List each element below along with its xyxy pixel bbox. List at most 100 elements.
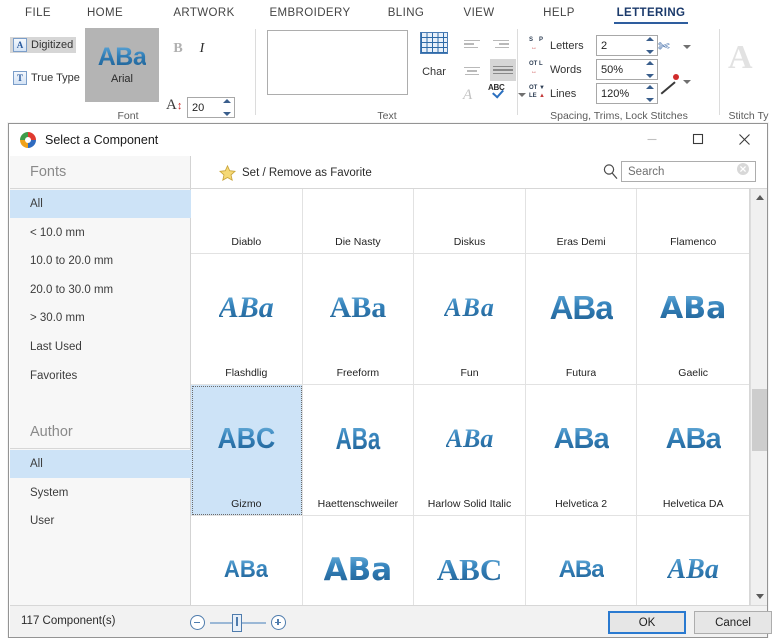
sidebar-item-label: All: [30, 198, 43, 210]
ribbon-tab-lettering[interactable]: LETTERING: [612, 0, 690, 25]
font-selector-button[interactable]: ABa Arial: [85, 28, 159, 102]
ribbon-group-text: Char A ABC Text: [256, 25, 526, 126]
spacing-stepper[interactable]: [643, 61, 656, 78]
stitch-type-a-icon[interactable]: A: [728, 39, 753, 77]
scroll-thumb[interactable]: [752, 389, 767, 451]
minimize-icon: [647, 138, 657, 141]
search-input[interactable]: [626, 164, 734, 179]
sidebar-item-all[interactable]: All: [10, 450, 191, 479]
font-cell[interactable]: ABC: [414, 516, 526, 605]
digitized-button[interactable]: A Digitized: [10, 37, 77, 53]
font-cell-flashdlig[interactable]: ABa Flashdlig: [191, 254, 303, 385]
zoom-out-icon[interactable]: [190, 615, 205, 630]
font-cell-label: Fun: [460, 367, 479, 379]
font-cell[interactable]: ABa: [525, 516, 638, 605]
font-cell-gizmo[interactable]: ABC Gizmo: [191, 385, 303, 516]
font-cell[interactable]: ABa: [637, 516, 749, 605]
font-cell-helvetica-2[interactable]: ABa Helvetica 2: [525, 385, 638, 516]
zoom-slider[interactable]: [190, 613, 290, 632]
ribbon-tab-file[interactable]: FILE: [12, 0, 64, 25]
scroll-up-icon[interactable]: [751, 189, 768, 206]
sidebar-item-favorites[interactable]: Favorites: [10, 362, 191, 390]
font-cell-diablo[interactable]: ABa Diablo: [191, 189, 303, 254]
font-cell-eras-demi[interactable]: ABa Eras Demi: [525, 189, 638, 254]
spacing-stepper[interactable]: [643, 85, 656, 102]
spacing-words-input[interactable]: 50%: [596, 59, 658, 80]
font-cell-futura[interactable]: ABa Futura: [525, 254, 638, 385]
font-cell-die-nasty[interactable]: ABa Die Nasty: [302, 189, 415, 254]
spacing-label: Lines: [550, 87, 577, 100]
font-sample-preview: ABa: [303, 254, 414, 362]
search-box[interactable]: [621, 161, 756, 182]
scroll-down-icon[interactable]: [751, 588, 768, 605]
chevron-down-icon[interactable]: [683, 45, 691, 49]
sidebar-item-user[interactable]: User: [10, 507, 191, 535]
lettering-text-input[interactable]: [267, 30, 408, 95]
font-cell-helvetica-da[interactable]: ABa Helvetica DA: [637, 385, 749, 516]
font-cell-label: Harlow Solid Italic: [427, 498, 512, 510]
font-cell-freeform[interactable]: ABa Freeform: [302, 254, 415, 385]
sidebar-header-label: Fonts: [30, 164, 67, 180]
ribbon-tab-home[interactable]: HOME: [74, 0, 136, 25]
minimize-button[interactable]: [629, 124, 675, 154]
font-grid-viewport[interactable]: ABa Diablo ABa Die Nasty ABa Diskus ABa Eras De…: [191, 189, 750, 605]
font-cell-harlow-solid-italic[interactable]: ABa Harlow Solid Italic: [414, 385, 526, 516]
clear-circle-icon[interactable]: [736, 162, 750, 181]
font-sample-text: ABa: [660, 189, 726, 195]
scissors-icon[interactable]: ✄: [658, 39, 678, 57]
sidebar-item-10-0-mm[interactable]: < 10.0 mm: [10, 219, 191, 247]
ribbon-tab-bling[interactable]: BLING: [377, 0, 435, 25]
font-cell-haettenschweiler[interactable]: ABa Haettenschweiler: [302, 385, 415, 516]
font-sample-text: ABa: [549, 289, 614, 326]
font-sample-preview: ABa: [191, 254, 302, 362]
ribbon-tab-help[interactable]: HELP: [532, 0, 586, 25]
app-background-right: [768, 123, 777, 638]
ribbon-tab-label: BLING: [387, 6, 425, 19]
align-right-icon[interactable]: [490, 35, 512, 53]
spacing-letters-input[interactable]: 2: [596, 35, 658, 56]
set-remove-favorite-button[interactable]: Set / Remove as Favorite: [219, 162, 372, 183]
font-sample-text: ABC: [217, 422, 276, 455]
sidebar-item-20-0-to-30-0-mm[interactable]: 20.0 to 30.0 mm: [10, 276, 191, 304]
cancel-button[interactable]: Cancel: [694, 611, 772, 634]
align-left-icon[interactable]: [461, 35, 483, 53]
true-type-button[interactable]: T True Type: [10, 70, 83, 86]
ribbon-tab-embroidery[interactable]: EMBROIDERY: [258, 0, 362, 25]
sidebar-item-last-used[interactable]: Last Used: [10, 333, 191, 361]
spacing-stepper[interactable]: [643, 37, 656, 54]
sidebar-item-30-0-mm[interactable]: > 30.0 mm: [10, 304, 191, 332]
font-cell-label: Freeform: [336, 367, 380, 379]
ok-button[interactable]: OK: [608, 611, 686, 634]
align-center-icon[interactable]: [461, 62, 483, 80]
font-cell-fun[interactable]: ABa Fun: [414, 254, 526, 385]
character-map-button[interactable]: Char: [413, 32, 455, 78]
align-justify-icon[interactable]: [490, 59, 516, 81]
bold-button[interactable]: B: [168, 39, 188, 59]
ribbon-tab-label: LETTERING: [616, 6, 686, 19]
font-cell-diskus[interactable]: ABa Diskus: [414, 189, 526, 254]
zoom-in-icon[interactable]: [271, 615, 286, 630]
font-cell-label: Gaelic: [678, 367, 709, 379]
ribbon-tab-view[interactable]: VIEW: [452, 0, 506, 25]
sidebar-item-all[interactable]: All: [10, 190, 191, 218]
font-cell-flamenco[interactable]: ABa Flamenco: [637, 189, 749, 254]
italic-button[interactable]: I: [192, 39, 212, 59]
sidebar-item-system[interactable]: System: [10, 479, 191, 507]
true-type-label: True Type: [31, 72, 80, 84]
close-button[interactable]: [721, 124, 767, 154]
spacing-lines-input[interactable]: 120%: [596, 83, 658, 104]
chevron-down-icon[interactable]: [683, 80, 691, 84]
zoom-slider-thumb[interactable]: [232, 614, 242, 632]
sidebar-item-label: > 30.0 mm: [30, 312, 85, 325]
maximize-button[interactable]: [675, 124, 721, 154]
font-cell[interactable]: ABa: [302, 516, 415, 605]
letter-a-script-icon[interactable]: A: [463, 87, 472, 104]
grid-vertical-scrollbar[interactable]: [750, 189, 767, 605]
font-sample-text: ABa: [553, 422, 610, 455]
spellcheck-abc-icon[interactable]: ABC: [488, 83, 512, 103]
sidebar-item-10-0-to-20-0-mm[interactable]: 10.0 to 20.0 mm: [10, 247, 191, 275]
ribbon-tab-artwork[interactable]: ARTWORK: [163, 0, 245, 25]
needle-pin-icon[interactable]: [658, 73, 680, 95]
font-cell[interactable]: ABa: [191, 516, 303, 605]
font-cell-gaelic[interactable]: ABa Gaelic: [637, 254, 749, 385]
